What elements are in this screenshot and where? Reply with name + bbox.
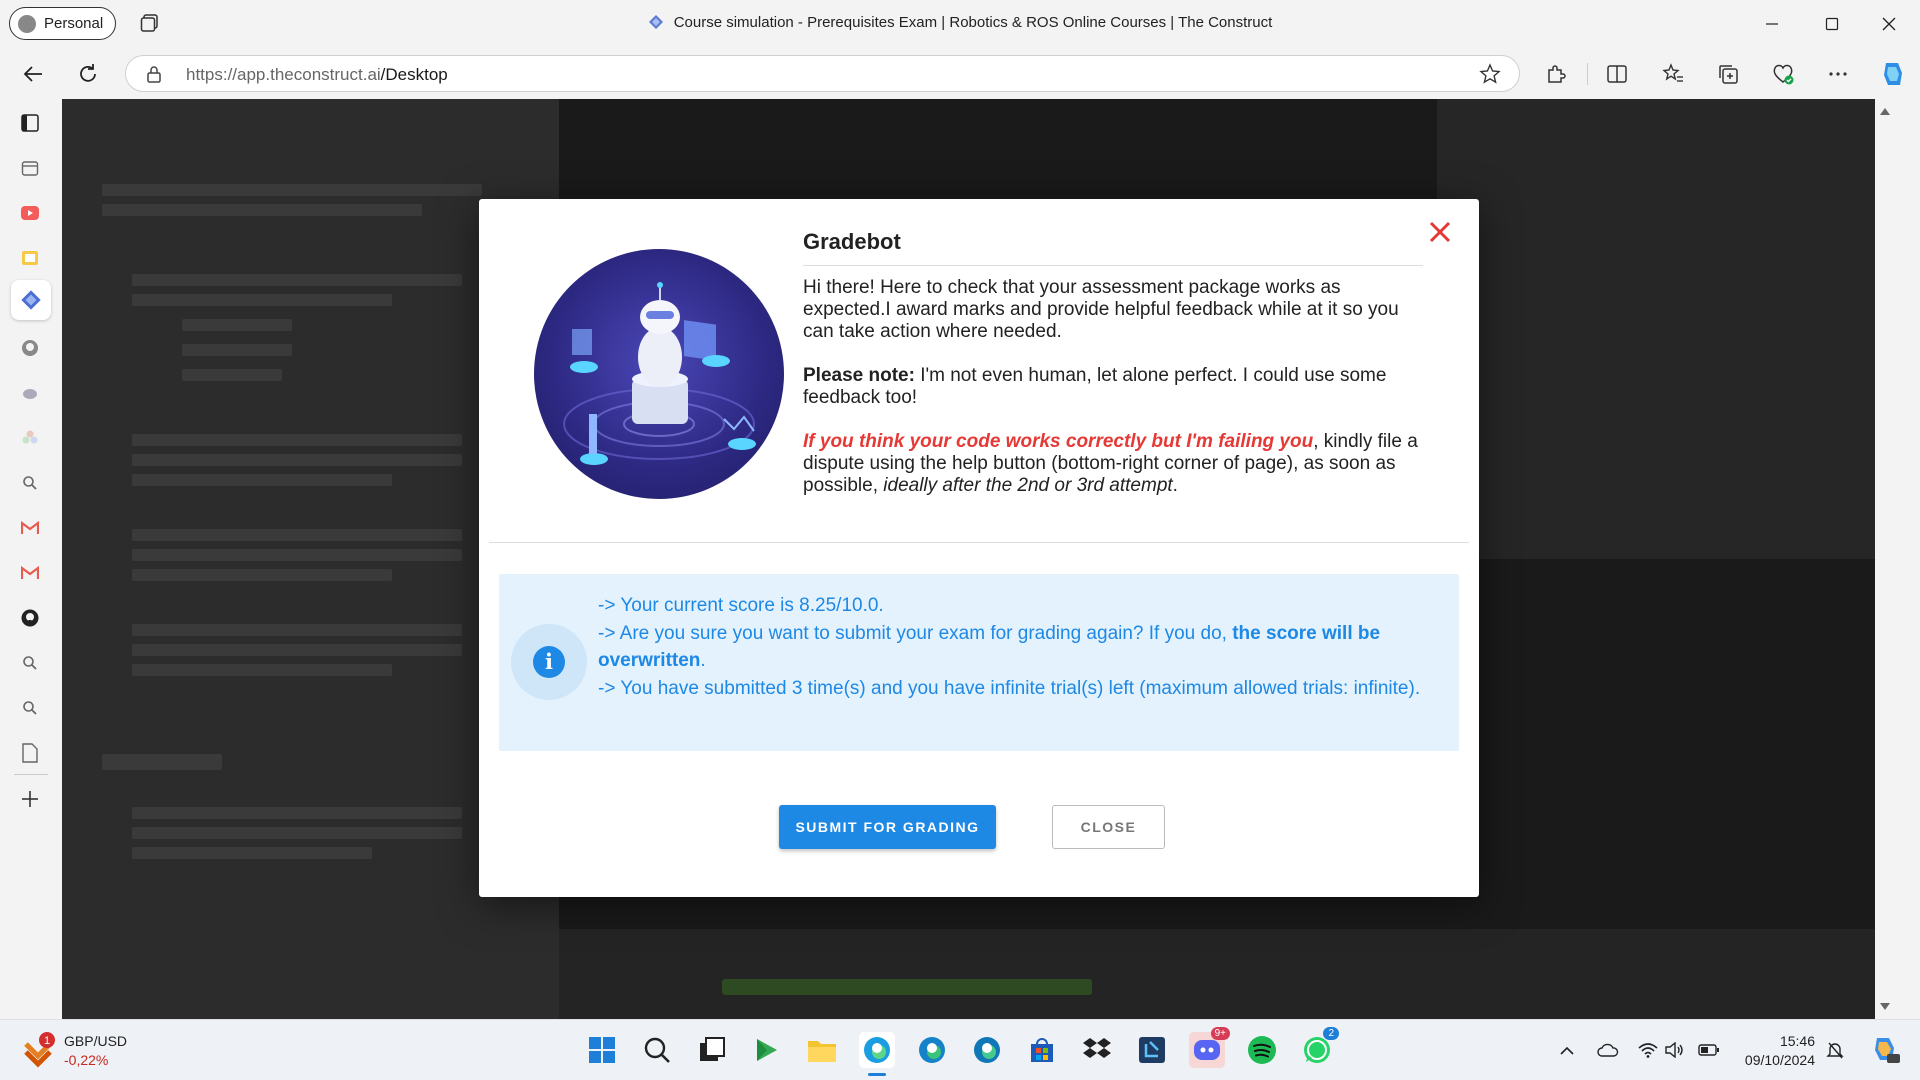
address-bar[interactable]: https://app.theconstruct.ai/Desktop xyxy=(125,55,1520,92)
simulation-controls xyxy=(559,929,1895,1019)
extensions-icon[interactable] xyxy=(1543,61,1569,87)
intro-paragraph: Hi there! Here to check that your assess… xyxy=(803,277,1399,342)
gmail-secondary-icon[interactable] xyxy=(18,561,42,585)
note-paragraph: Please note: I'm not even human, let alo… xyxy=(803,365,1387,408)
edge-browser-icon[interactable] xyxy=(859,1032,895,1076)
start-button[interactable] xyxy=(584,1032,620,1068)
close-window-button[interactable] xyxy=(1874,10,1904,38)
sidebar-item-the-construct[interactable] xyxy=(11,280,51,320)
edge-profile-2-icon[interactable] xyxy=(914,1032,950,1068)
gradebot-message: Hi there! Here to check that your assess… xyxy=(803,277,1433,519)
file-explorer-icon[interactable] xyxy=(804,1032,840,1068)
submission-count-line: -> You have submitted 3 time(s) and you … xyxy=(598,677,1421,699)
close-button[interactable]: CLOSE xyxy=(1052,805,1165,849)
discord-icon[interactable]: 9+ xyxy=(1189,1027,1230,1068)
minimize-button[interactable] xyxy=(1757,10,1787,38)
clock-date: 09/10/2024 xyxy=(1744,1052,1815,1068)
market-widget-label[interactable]: GBP/USD -0,22% xyxy=(64,1032,127,1070)
browser-toolbar: https://app.theconstruct.ai/Desktop xyxy=(0,49,1920,99)
favorite-star-icon[interactable] xyxy=(1479,63,1501,85)
spotify-icon[interactable] xyxy=(1244,1032,1280,1068)
youtube-icon[interactable] xyxy=(18,201,42,225)
microsoft-store-icon[interactable] xyxy=(1024,1032,1060,1068)
google-play-games-icon[interactable] xyxy=(749,1032,785,1068)
search-icon[interactable] xyxy=(18,471,42,495)
split-screen-icon[interactable] xyxy=(1604,61,1630,87)
dialog-divider xyxy=(489,542,1469,543)
flower-app-icon[interactable] xyxy=(18,426,42,450)
progress-indicator xyxy=(722,979,1092,995)
toolbar-divider xyxy=(1587,63,1588,85)
edge-profile-3-icon[interactable] xyxy=(969,1032,1005,1068)
ide-app-icon[interactable] xyxy=(1134,1032,1170,1068)
whatsapp-icon[interactable]: 2 xyxy=(1299,1027,1339,1068)
current-score-line: -> Your current score is 8.25/10.0. xyxy=(598,595,884,616)
info-icon-container: i xyxy=(511,624,587,700)
title-divider xyxy=(803,265,1423,266)
the-construct-favicon-icon xyxy=(648,15,663,29)
window-title: Course simulation - Prerequisites Exam |… xyxy=(0,14,1920,31)
discord-badge: 9+ xyxy=(1210,1027,1230,1040)
back-button[interactable] xyxy=(18,59,48,89)
resubmit-warning-line: -> Are you sure you want to submit your … xyxy=(598,622,1381,672)
add-sidebar-app-icon[interactable] xyxy=(18,787,42,811)
currency-pair: GBP/USD xyxy=(64,1033,128,1049)
sidebar-divider xyxy=(14,774,48,775)
lock-icon[interactable] xyxy=(146,65,162,83)
widgets-button[interactable]: 1 xyxy=(18,1030,58,1075)
sidebar-toggle-icon[interactable] xyxy=(18,111,42,135)
gmail-icon[interactable] xyxy=(18,516,42,540)
clock-time: 15:46 xyxy=(1779,1033,1815,1049)
score-info-alert: i -> Your current score is 8.25/10.0. ->… xyxy=(499,574,1459,751)
gradebot-robot-illustration xyxy=(534,249,784,499)
document-icon[interactable] xyxy=(18,741,42,765)
search-secondary-icon[interactable] xyxy=(18,651,42,675)
score-info-text: -> Your current score is 8.25/10.0. -> A… xyxy=(598,592,1438,702)
gradebot-dialog: Gradebot Hi there! Here to check that yo… xyxy=(479,199,1479,897)
browser-essentials-icon[interactable] xyxy=(1770,61,1796,87)
more-options-icon[interactable] xyxy=(1825,61,1851,87)
onedrive-icon[interactable] xyxy=(1597,1039,1619,1061)
github-icon[interactable] xyxy=(18,336,42,360)
copilot-icon[interactable] xyxy=(1877,58,1909,90)
browser-sidebar xyxy=(0,99,62,1019)
dialog-title: Gradebot xyxy=(803,229,901,254)
taskbar-search-icon[interactable] xyxy=(639,1032,675,1068)
info-icon: i xyxy=(533,646,565,678)
windows-taskbar: 1 GBP/USD -0,22% 9+ 2 15:46 09/10/2024 xyxy=(0,1019,1920,1080)
page-scrollbar[interactable] xyxy=(1875,99,1895,1019)
whatsapp-badge: 2 xyxy=(1323,1027,1339,1040)
submit-for-grading-button[interactable]: SUBMIT FOR GRADING xyxy=(779,805,996,849)
close-dialog-icon[interactable] xyxy=(1425,217,1455,247)
slides-icon[interactable] xyxy=(18,246,42,270)
collections-icon[interactable] xyxy=(1715,61,1741,87)
volume-icon[interactable] xyxy=(1664,1039,1686,1061)
refresh-button[interactable] xyxy=(73,59,103,89)
simulation-panel xyxy=(1437,99,1895,559)
show-hidden-icons-chevron-icon[interactable] xyxy=(1556,1039,1578,1061)
favorites-icon[interactable] xyxy=(1660,61,1686,87)
github-secondary-icon[interactable] xyxy=(18,606,42,630)
currency-change: -0,22% xyxy=(64,1052,109,1068)
wifi-icon[interactable] xyxy=(1637,1039,1659,1061)
maximize-button[interactable] xyxy=(1817,10,1847,38)
browser-title-bar: Personal Course simulation - Prerequisit… xyxy=(0,0,1920,49)
dropbox-icon[interactable] xyxy=(1079,1032,1115,1068)
system-clock[interactable]: 15:46 09/10/2024 xyxy=(1740,1032,1815,1070)
battery-icon[interactable] xyxy=(1698,1039,1720,1061)
task-view-icon[interactable] xyxy=(694,1032,730,1068)
url-text: https://app.theconstruct.ai/Desktop xyxy=(186,65,448,84)
market-widget-icon: 1 xyxy=(24,1032,55,1068)
widget-badge: 1 xyxy=(44,1035,50,1047)
copilot-taskbar-icon[interactable] xyxy=(1869,1033,1901,1065)
dispute-paragraph: If you think your code works correctly b… xyxy=(803,431,1418,496)
cat-app-icon[interactable] xyxy=(18,381,42,405)
notifications-bell-icon[interactable] xyxy=(1824,1039,1846,1061)
search-tertiary-icon[interactable] xyxy=(18,696,42,720)
calendar-icon[interactable] xyxy=(18,156,42,180)
